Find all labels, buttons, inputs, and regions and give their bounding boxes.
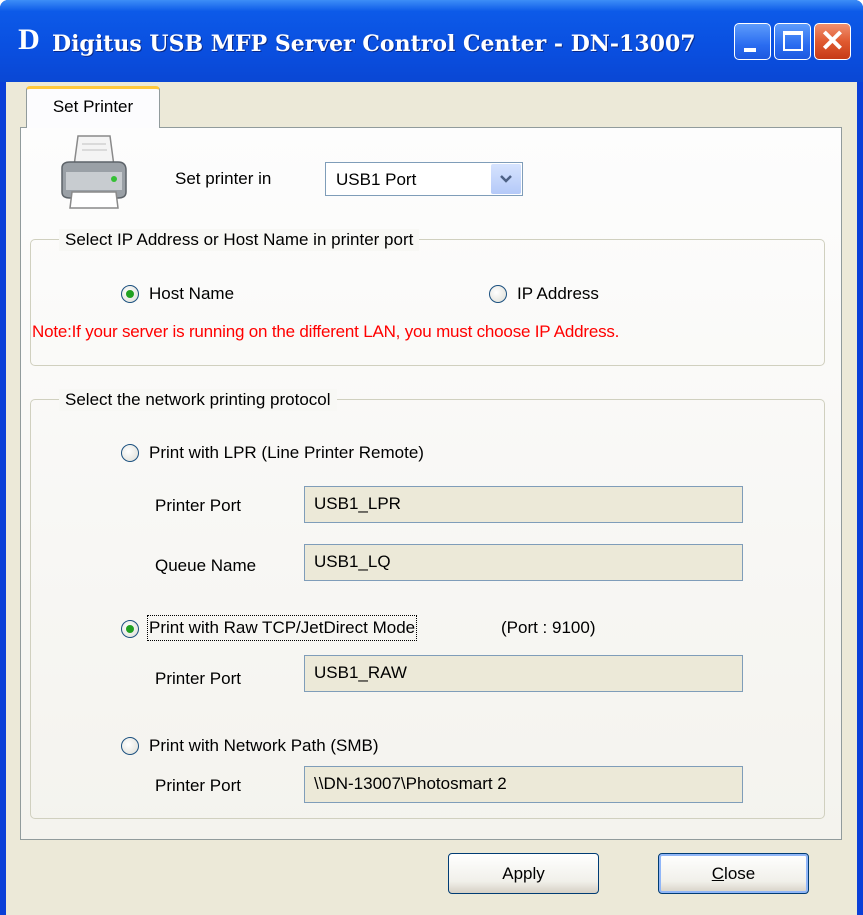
raw-port-label: Printer Port	[155, 669, 241, 688]
lpr-queue-value: USB1_LQ	[314, 552, 391, 571]
smb-port-field[interactable]: \\DN-13007\Photosmart 2	[304, 766, 743, 803]
title-bar[interactable]: D Digitus USB MFP Server Control Center …	[0, 0, 863, 82]
lpr-queue-field[interactable]: USB1_LQ	[304, 544, 743, 581]
tab-set-printer[interactable]: Set Printer	[26, 86, 160, 128]
printer-port-select[interactable]: USB1 Port	[325, 162, 523, 196]
smb-port-value: \\DN-13007\Photosmart 2	[314, 774, 507, 793]
dialog-window: D Digitus USB MFP Server Control Center …	[0, 0, 863, 915]
dropdown-button[interactable]	[491, 164, 521, 194]
raw-label[interactable]: Print with Raw TCP/JetDirect Mode	[146, 615, 418, 641]
raw-port-note: (Port : 9100)	[501, 618, 596, 637]
lpr-label[interactable]: Print with LPR (Line Printer Remote)	[149, 442, 424, 464]
window-title: Digitus USB MFP Server Control Center - …	[52, 31, 696, 57]
close-button[interactable]: Close	[658, 853, 809, 894]
ip-address-label[interactable]: IP Address	[517, 283, 599, 305]
ip-address-radio[interactable]	[489, 285, 507, 303]
printer-port-select-value: USB1 Port	[336, 170, 417, 189]
smb-radio[interactable]	[121, 737, 139, 755]
address-group-legend: Select IP Address or Host Name in printe…	[59, 229, 420, 251]
lpr-queue-label: Queue Name	[155, 556, 257, 575]
host-name-label[interactable]: Host Name	[149, 283, 234, 305]
raw-radio[interactable]	[121, 620, 139, 638]
raw-port-field[interactable]: USB1_RAW	[304, 655, 743, 692]
close-icon: ✕	[819, 25, 846, 58]
printer-icon	[61, 135, 127, 209]
maximize-button[interactable]	[774, 23, 811, 60]
app-logo-icon: D	[18, 23, 40, 56]
apply-button[interactable]: Apply	[448, 853, 599, 894]
set-printer-label: Set printer in	[175, 169, 272, 188]
smb-port-label: Printer Port	[155, 776, 241, 795]
lpr-port-field[interactable]: USB1_LPR	[304, 486, 743, 523]
chevron-down-icon	[500, 175, 512, 183]
lan-note: Note:If your server is running on the di…	[32, 322, 620, 341]
close-window-button[interactable]: ✕	[814, 23, 851, 60]
close-button-mnemonic: C	[711, 864, 725, 883]
protocol-group-legend: Select the network printing protocol	[59, 389, 337, 411]
lpr-radio[interactable]	[121, 444, 139, 462]
close-button-label: lose	[724, 864, 756, 883]
raw-port-value: USB1_RAW	[314, 663, 407, 682]
lpr-port-value: USB1_LPR	[314, 494, 401, 513]
maximize-icon	[783, 31, 803, 51]
smb-label[interactable]: Print with Network Path (SMB)	[149, 735, 379, 757]
minimize-icon	[744, 48, 756, 52]
host-name-radio[interactable]	[121, 285, 139, 303]
lpr-port-label: Printer Port	[155, 496, 241, 515]
minimize-button[interactable]	[734, 23, 771, 60]
